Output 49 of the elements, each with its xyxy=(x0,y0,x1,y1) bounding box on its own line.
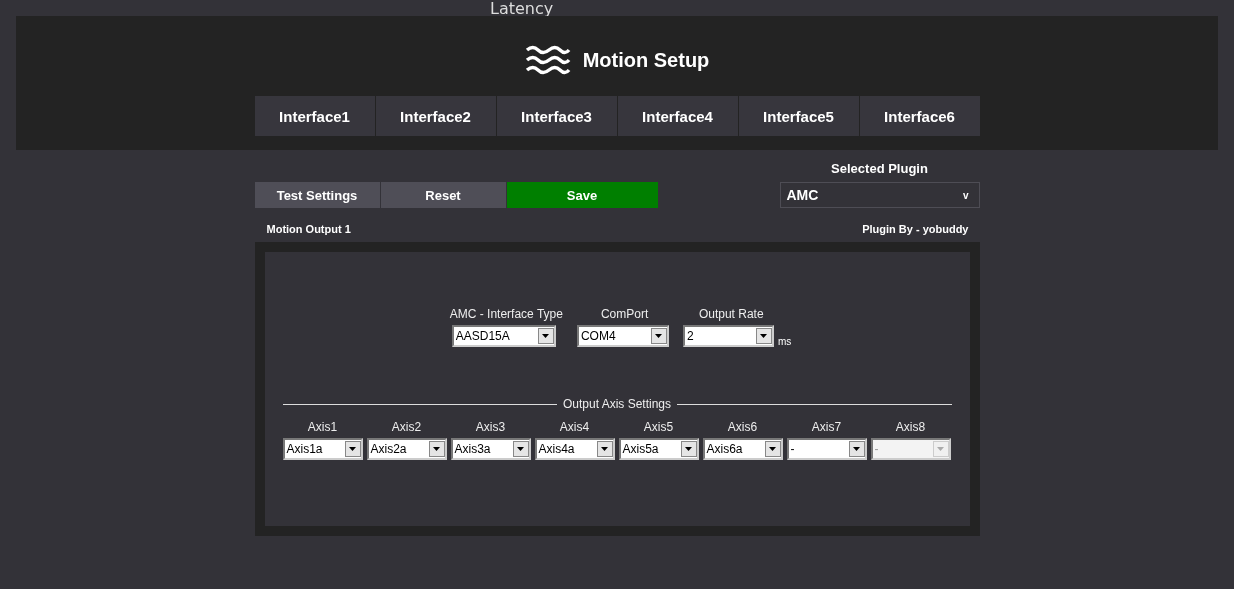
axis-label: Axis7 xyxy=(811,420,842,434)
caret-icon xyxy=(680,441,697,457)
caret-icon xyxy=(512,441,529,457)
caret-icon xyxy=(650,328,667,344)
axis-label: Axis3 xyxy=(475,420,506,434)
axis-label: Axis1 xyxy=(307,420,338,434)
caret-icon xyxy=(848,441,865,457)
axis-dropdown[interactable]: Axis1a xyxy=(282,438,363,460)
waves-icon xyxy=(524,44,571,76)
interface-tab[interactable]: Interface4 xyxy=(617,96,738,136)
interface-tab[interactable]: Interface2 xyxy=(375,96,496,136)
setting-label: Output Rate xyxy=(698,307,764,321)
axis-label: Axis6 xyxy=(727,420,758,434)
axis-label: Axis8 xyxy=(895,420,926,434)
caret-icon xyxy=(428,441,445,457)
setting-dropdown[interactable]: COM4 xyxy=(576,325,669,347)
unit-label: ms xyxy=(777,336,792,347)
toolbar-button[interactable]: Reset xyxy=(380,182,506,208)
group-title: Output Axis Settings xyxy=(562,397,672,411)
setting-label: ComPort xyxy=(600,307,649,321)
save-button[interactable]: Save xyxy=(506,182,658,208)
axis-label: Axis2 xyxy=(391,420,422,434)
plugin-author: Plugin By - yobuddy xyxy=(862,223,969,237)
section-title: Motion Output 1 xyxy=(266,223,351,237)
caret-icon xyxy=(932,441,949,457)
axis-dropdown[interactable]: Axis2a xyxy=(366,438,447,460)
axis-dropdown[interactable]: Axis5a xyxy=(618,438,699,460)
axis-dropdown[interactable]: Axis4a xyxy=(534,438,615,460)
caret-icon xyxy=(344,441,361,457)
plugin-label: Selected Plugin xyxy=(831,161,928,176)
interface-tab[interactable]: Interface1 xyxy=(254,96,375,136)
plugin-dropdown[interactable]: AMC v xyxy=(779,182,980,208)
setting-dropdown[interactable]: AASD15A xyxy=(451,325,556,347)
interface-tab[interactable]: Interface6 xyxy=(859,96,980,136)
caret-icon xyxy=(755,328,772,344)
interface-tab[interactable]: Interface3 xyxy=(496,96,617,136)
axis-label: Axis4 xyxy=(559,420,590,434)
toolbar-button[interactable]: Test Settings xyxy=(254,182,380,208)
setting-label: AMC - Interface Type xyxy=(449,307,563,321)
caret-icon xyxy=(596,441,613,457)
interface-tab[interactable]: Interface5 xyxy=(738,96,859,136)
page-title: Motion Setup xyxy=(582,48,710,72)
axis-label: Axis5 xyxy=(643,420,674,434)
caret-icon xyxy=(764,441,781,457)
axis-dropdown[interactable]: - xyxy=(786,438,867,460)
caret-icon xyxy=(537,328,554,344)
axis-dropdown[interactable]: Axis6a xyxy=(702,438,783,460)
setting-dropdown[interactable]: 2 xyxy=(682,325,774,347)
axis-dropdown[interactable]: Axis3a xyxy=(450,438,531,460)
